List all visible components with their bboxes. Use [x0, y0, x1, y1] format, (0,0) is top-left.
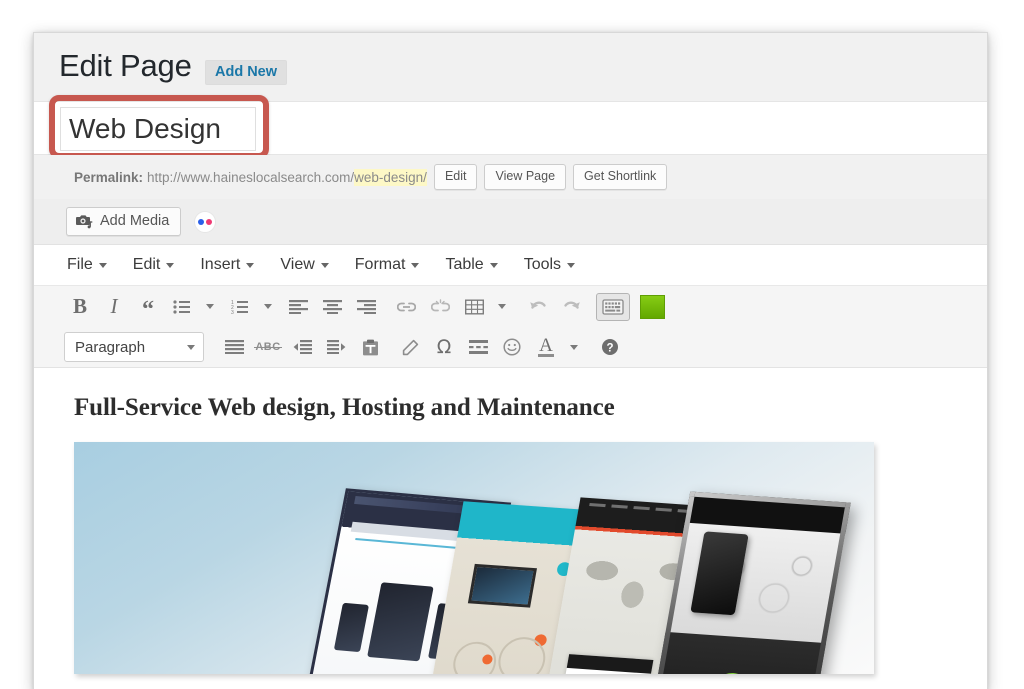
menu-edit[interactable]: Edit [133, 256, 175, 274]
wordpress-edit-page-window: Edit Page Add New Permalink: http://www.… [33, 32, 988, 689]
table-caret[interactable] [492, 293, 512, 321]
chevron-down-icon [498, 304, 506, 309]
content-heading: Full-Service Web design, Hosting and Mai… [74, 394, 987, 422]
menu-format[interactable]: Format [355, 256, 420, 274]
blockquote-icon[interactable]: “ [132, 293, 164, 321]
link-icon[interactable] [390, 293, 422, 321]
permalink-edit-button[interactable]: Edit [434, 164, 478, 190]
menu-view[interactable]: View [280, 256, 328, 274]
chevron-down-icon [246, 263, 254, 268]
numbered-list-icon[interactable]: 1 2 3 [224, 293, 256, 321]
permalink-row: Permalink: http://www.haineslocalsearch.… [34, 155, 987, 199]
menu-tools[interactable]: Tools [524, 256, 575, 274]
add-media-button[interactable]: Add Media [66, 207, 181, 236]
special-character-icon[interactable]: Ω [428, 333, 460, 361]
paste-as-text-icon[interactable] [354, 333, 386, 361]
bold-icon[interactable]: B [64, 293, 96, 321]
menu-format-label: Format [355, 256, 406, 274]
menu-table[interactable]: Table [445, 256, 497, 274]
content-image-website-mockups[interactable]: 37 [74, 442, 874, 674]
keyboard-shortcuts-icon[interactable] [596, 293, 630, 321]
chevron-down-icon [187, 345, 195, 350]
chevron-down-icon [321, 263, 329, 268]
table-icon[interactable] [458, 293, 490, 321]
menu-view-label: View [280, 256, 314, 274]
menu-edit-label: Edit [133, 256, 161, 274]
menu-file[interactable]: File [67, 256, 107, 274]
chevron-down-icon [411, 263, 419, 268]
chevron-down-icon [264, 304, 272, 309]
green-color-swatch[interactable] [640, 295, 665, 319]
paragraph-style-select[interactable]: Paragraph [64, 332, 204, 362]
justify-icon[interactable] [218, 333, 250, 361]
page-title: Edit Page [59, 46, 192, 86]
outdent-icon[interactable] [286, 333, 318, 361]
chevron-down-icon [206, 304, 214, 309]
undo-icon[interactable] [522, 293, 554, 321]
chevron-down-icon [166, 263, 174, 268]
blockquote-glyph: “ [142, 304, 154, 316]
screenshot-stage: Edit Page Add New Permalink: http://www.… [0, 0, 1024, 689]
editor-toolbar-row-2: Paragraph ABC [34, 327, 987, 368]
permalink-label: Permalink: [74, 170, 143, 185]
menu-insert-label: Insert [200, 256, 240, 274]
text-color-caret[interactable] [564, 333, 584, 361]
get-shortlink-button[interactable]: Get Shortlink [573, 164, 667, 190]
text-color-glyph: A [538, 337, 554, 357]
add-media-label: Add Media [100, 213, 169, 229]
permalink-slug: web-design/ [354, 169, 427, 186]
page-title-input[interactable] [60, 107, 256, 151]
indent-icon[interactable] [320, 333, 352, 361]
bullet-list-caret[interactable] [200, 293, 220, 321]
italic-glyph: I [111, 294, 118, 319]
view-page-button[interactable]: View Page [484, 164, 566, 190]
permalink-base-url: http://www.haineslocalsearch.com/ [147, 170, 354, 185]
title-field-row [34, 101, 987, 155]
read-more-icon[interactable] [462, 333, 494, 361]
chevron-down-icon [567, 263, 575, 268]
omega-glyph: Ω [437, 336, 452, 358]
menu-insert[interactable]: Insert [200, 256, 254, 274]
camera-music-icon [76, 213, 93, 229]
bold-glyph: B [73, 294, 87, 319]
strikethrough-glyph: ABC [255, 341, 280, 353]
paragraph-style-value: Paragraph [75, 339, 145, 356]
media-toolbar-row: Add Media [34, 199, 987, 245]
chevron-down-icon [99, 263, 107, 268]
menu-tools-label: Tools [524, 256, 561, 274]
add-new-button[interactable]: Add New [205, 60, 287, 85]
chevron-down-icon [490, 263, 498, 268]
italic-icon[interactable]: I [98, 293, 130, 321]
chevron-down-icon [570, 345, 578, 350]
align-center-icon[interactable] [316, 293, 348, 321]
unlink-icon[interactable] [424, 293, 456, 321]
numbered-list-caret[interactable] [258, 293, 278, 321]
svg-text:3: 3 [231, 310, 234, 314]
svg-text:?: ? [606, 342, 613, 354]
strikethrough-icon[interactable]: ABC [252, 333, 284, 361]
emoji-icon[interactable] [496, 333, 528, 361]
redo-icon[interactable] [556, 293, 588, 321]
clear-formatting-icon[interactable] [394, 333, 426, 361]
align-right-icon[interactable] [350, 293, 382, 321]
menu-table-label: Table [445, 256, 483, 274]
menu-file-label: File [67, 256, 93, 274]
help-icon[interactable]: ? [594, 333, 626, 361]
editor-menubar: File Edit Insert View Format Table [34, 245, 987, 286]
align-left-icon[interactable] [282, 293, 314, 321]
bullet-list-icon[interactable] [166, 293, 198, 321]
dual-dot-icon[interactable] [194, 211, 216, 233]
page-header: Edit Page Add New [34, 33, 987, 101]
editor-toolbar-row-1: B I “ 1 2 3 [34, 286, 987, 327]
editor-content-area[interactable]: Full-Service Web design, Hosting and Mai… [34, 368, 987, 682]
text-color-icon[interactable]: A [530, 333, 562, 361]
